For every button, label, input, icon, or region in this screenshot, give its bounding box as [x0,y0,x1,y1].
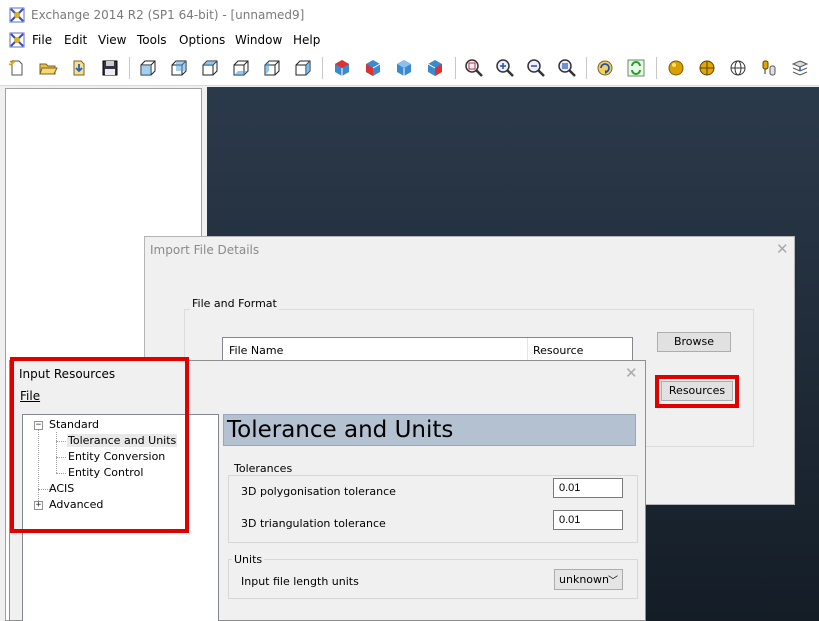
length-units-value: unknown [559,573,609,586]
tolerances-group-label: Tolerances [232,462,295,475]
polygonisation-tolerance-label: 3D polygonisation tolerance [241,485,396,498]
iso-view-4-icon[interactable] [423,56,447,80]
rotate-icon[interactable] [593,56,617,80]
shaded-sphere-icon[interactable] [664,56,688,80]
menu-tools[interactable]: Tools [137,33,167,47]
polygonisation-tolerance-input[interactable] [553,478,623,498]
triangulation-tolerance-input[interactable] [553,510,623,530]
length-units-select[interactable]: unknown ﹀ [554,569,623,590]
view-left-icon[interactable] [260,56,284,80]
menu-options[interactable]: Options [179,33,225,47]
toolbar-separator [586,57,587,79]
zoom-fit-icon[interactable] [555,56,579,80]
resources-highlight-frame [655,375,739,408]
tree-highlight-frame [10,357,189,533]
iso-view-3-icon[interactable] [392,56,416,80]
toolbar-separator [129,57,130,79]
length-units-label: Input file length units [241,575,359,588]
column-divider [527,338,528,360]
toolbar-separator [656,57,657,79]
import-icon[interactable] [67,56,91,80]
menu-bar: File Edit View Tools Options Window Help [0,30,819,50]
toolbar-separator [322,57,323,79]
save-icon[interactable] [98,56,122,80]
toolbar-separator [455,57,456,79]
title-bar: Exchange 2014 R2 (SP1 64-bit) - [unnamed… [0,0,819,30]
page-title: Tolerance and Units [223,414,636,446]
zoom-out-icon[interactable] [524,56,548,80]
app-logo-icon [9,7,25,23]
window-title: Exchange 2014 R2 (SP1 64-bit) - [unnamed… [31,8,305,22]
menu-file[interactable]: File [32,33,52,47]
new-icon[interactable] [5,56,29,80]
refresh-icon[interactable] [624,56,648,80]
open-icon[interactable] [36,56,60,80]
app-menu-icon[interactable] [9,32,25,48]
layers-icon[interactable] [788,56,812,80]
chevron-down-icon: ﹀ [608,576,618,587]
close-icon[interactable]: ✕ [625,364,638,382]
file-format-group-label: File and Format [190,297,279,310]
menu-window[interactable]: Window [235,33,282,47]
browse-button[interactable]: Browse [657,332,731,352]
close-icon[interactable]: ✕ [776,240,789,258]
column-header-file-name[interactable]: File Name [229,344,283,357]
sphere-edges-icon[interactable] [695,56,719,80]
view-front-icon[interactable] [136,56,160,80]
view-right-icon[interactable] [291,56,315,80]
column-header-resource[interactable]: Resource [533,344,583,357]
iso-view-2-icon[interactable] [361,56,385,80]
zoom-in-icon[interactable] [493,56,517,80]
probe-icon[interactable] [757,56,781,80]
menu-edit[interactable]: Edit [64,33,87,47]
view-back-icon[interactable] [167,56,191,80]
view-bottom-icon[interactable] [229,56,253,80]
triangulation-tolerance-label: 3D triangulation tolerance [241,517,386,530]
menu-view[interactable]: View [98,33,126,47]
import-dialog-title: Import File Details [150,243,260,257]
wireframe-sphere-icon[interactable] [726,56,750,80]
toolbar [0,50,819,86]
zoom-window-icon[interactable] [462,56,486,80]
view-top-icon[interactable] [198,56,222,80]
iso-view-1-icon[interactable] [330,56,354,80]
units-group-label: Units [232,553,265,566]
menu-help[interactable]: Help [293,33,320,47]
